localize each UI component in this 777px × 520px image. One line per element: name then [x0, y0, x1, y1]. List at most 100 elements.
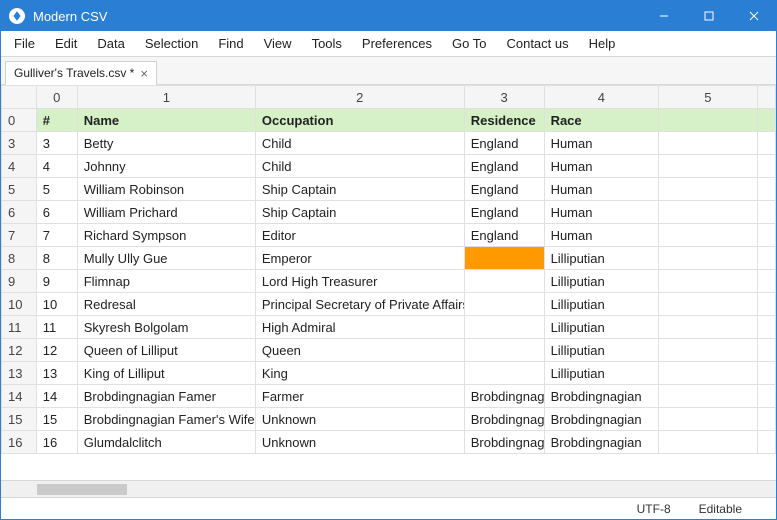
menu-preferences[interactable]: Preferences [353, 32, 441, 55]
maximize-button[interactable] [686, 1, 731, 31]
cell[interactable]: England [464, 201, 544, 224]
cell[interactable]: Queen [255, 339, 464, 362]
cell[interactable]: Lilliputian [544, 293, 659, 316]
file-tab[interactable]: Gulliver's Travels.csv * × [5, 61, 157, 85]
cell[interactable]: Redresal [77, 293, 255, 316]
cell[interactable]: Human [544, 132, 659, 155]
menu-contact-us[interactable]: Contact us [497, 32, 577, 55]
cell[interactable]: 16 [36, 431, 77, 454]
cell[interactable] [464, 293, 544, 316]
cell[interactable]: Skyresh Bolgolam [77, 316, 255, 339]
cell[interactable]: Unknown [255, 431, 464, 454]
row-header[interactable]: 9 [2, 270, 37, 293]
corner-cell[interactable] [2, 86, 37, 109]
row-header[interactable]: 15 [2, 408, 37, 431]
cell[interactable]: Brobdingnag [464, 408, 544, 431]
col-header[interactable]: 1 [77, 86, 255, 109]
cell[interactable]: Lilliputian [544, 270, 659, 293]
cell[interactable]: Glumdalclitch [77, 431, 255, 454]
row-header[interactable]: 7 [2, 224, 37, 247]
horizontal-scrollbar[interactable] [1, 480, 776, 497]
cell[interactable]: Human [544, 155, 659, 178]
row-header[interactable]: 12 [2, 339, 37, 362]
cell[interactable]: Child [255, 155, 464, 178]
cell[interactable]: 10 [36, 293, 77, 316]
cell[interactable]: Occupation [255, 109, 464, 132]
cell[interactable]: Race [544, 109, 659, 132]
cell[interactable]: Unknown [255, 408, 464, 431]
cell[interactable]: Ship Captain [255, 178, 464, 201]
col-header[interactable]: 3 [464, 86, 544, 109]
cell[interactable]: Human [544, 224, 659, 247]
cell[interactable]: 11 [36, 316, 77, 339]
cell[interactable]: King of Lilliput [77, 362, 255, 385]
cell[interactable]: High Admiral [255, 316, 464, 339]
menu-view[interactable]: View [255, 32, 301, 55]
cell[interactable]: Brobdingnagian Famer's Wife [77, 408, 255, 431]
cell[interactable]: 7 [36, 224, 77, 247]
menu-edit[interactable]: Edit [46, 32, 86, 55]
cell[interactable]: 6 [36, 201, 77, 224]
cell[interactable] [464, 362, 544, 385]
close-button[interactable] [731, 1, 776, 31]
col-header[interactable]: 4 [544, 86, 659, 109]
cell[interactable]: # [36, 109, 77, 132]
cell[interactable]: William Prichard [77, 201, 255, 224]
row-header[interactable]: 4 [2, 155, 37, 178]
cell[interactable]: Name [77, 109, 255, 132]
cell[interactable]: Betty [77, 132, 255, 155]
cell[interactable]: Lilliputian [544, 362, 659, 385]
cell[interactable]: Johnny [77, 155, 255, 178]
row-header[interactable]: 13 [2, 362, 37, 385]
cell[interactable]: England [464, 155, 544, 178]
cell[interactable]: Lilliputian [544, 316, 659, 339]
cell[interactable]: England [464, 132, 544, 155]
cell[interactable]: Lilliputian [544, 339, 659, 362]
cell[interactable] [464, 247, 544, 270]
cell[interactable]: 8 [36, 247, 77, 270]
cell[interactable]: Lord High Treasurer [255, 270, 464, 293]
scrollbar-thumb[interactable] [37, 484, 127, 495]
grid[interactable]: 0123450#NameOccupationResidenceRace33Bet… [1, 85, 776, 497]
row-header[interactable]: 3 [2, 132, 37, 155]
cell[interactable]: Farmer [255, 385, 464, 408]
cell[interactable]: Emperor [255, 247, 464, 270]
row-header[interactable]: 5 [2, 178, 37, 201]
cell[interactable]: Ship Captain [255, 201, 464, 224]
tab-close-icon[interactable]: × [140, 67, 148, 80]
menu-file[interactable]: File [5, 32, 44, 55]
row-header[interactable]: 14 [2, 385, 37, 408]
cell[interactable]: King [255, 362, 464, 385]
menu-help[interactable]: Help [580, 32, 625, 55]
cell[interactable]: Human [544, 178, 659, 201]
cell[interactable]: Brobdingnagian [544, 408, 659, 431]
cell[interactable]: Queen of Lilliput [77, 339, 255, 362]
cell[interactable]: William Robinson [77, 178, 255, 201]
cell[interactable]: Mully Ully Gue [77, 247, 255, 270]
cell[interactable]: Principal Secretary of Private Affairs [255, 293, 464, 316]
col-header[interactable]: 0 [36, 86, 77, 109]
col-header[interactable]: 5 [659, 86, 757, 109]
menu-tools[interactable]: Tools [303, 32, 351, 55]
row-header[interactable]: 16 [2, 431, 37, 454]
cell[interactable]: 13 [36, 362, 77, 385]
menu-go-to[interactable]: Go To [443, 32, 495, 55]
cell[interactable]: Richard Sympson [77, 224, 255, 247]
cell[interactable]: 14 [36, 385, 77, 408]
cell[interactable]: 3 [36, 132, 77, 155]
cell[interactable] [464, 316, 544, 339]
cell[interactable]: England [464, 178, 544, 201]
row-header[interactable]: 11 [2, 316, 37, 339]
cell[interactable] [464, 270, 544, 293]
cell[interactable]: Flimnap [77, 270, 255, 293]
cell[interactable]: Human [544, 201, 659, 224]
cell[interactable]: Brobdingnagian [544, 385, 659, 408]
cell[interactable]: Brobdingnagian [544, 431, 659, 454]
menu-selection[interactable]: Selection [136, 32, 207, 55]
cell[interactable]: 9 [36, 270, 77, 293]
cell[interactable]: Brobdingnag [464, 431, 544, 454]
row-header[interactable]: 10 [2, 293, 37, 316]
cell[interactable]: 15 [36, 408, 77, 431]
cell[interactable]: 4 [36, 155, 77, 178]
cell[interactable]: Editor [255, 224, 464, 247]
